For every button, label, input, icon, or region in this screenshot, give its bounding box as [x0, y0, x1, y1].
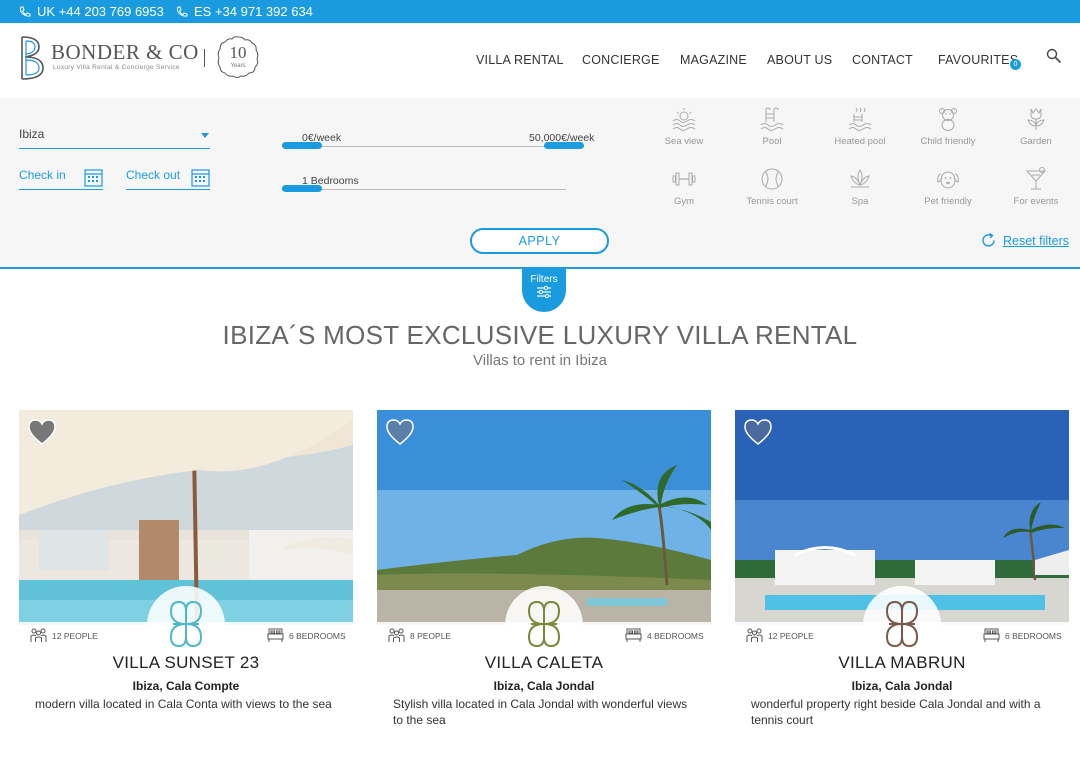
phone-es[interactable]: ES +34 971 392 634	[176, 4, 313, 19]
logo-b-icon	[21, 36, 44, 80]
anniversary-badge: 10 Years	[216, 35, 260, 79]
nav-contact[interactable]: CONTACT	[852, 53, 913, 67]
check-in-field[interactable]: Check in	[19, 168, 103, 190]
phone-icon	[177, 6, 188, 17]
apply-button[interactable]: APPLY	[470, 228, 609, 254]
chevron-down-icon	[201, 133, 209, 138]
favourite-heart-icon[interactable]	[385, 418, 415, 446]
destination-select[interactable]: Ibiza	[19, 127, 210, 149]
bed-icon	[983, 628, 1000, 642]
page-subtitle: Villas to rent in Ibiza	[473, 352, 607, 369]
dumbbell-icon	[672, 172, 696, 186]
guests-count: 12 PEOPLE	[30, 628, 98, 643]
top-contact-bar: UK +44 203 769 6953 ES +34 971 392 634	[0, 0, 1080, 23]
site-logo[interactable]: BONDER & CO Luxury Villa Rental & Concie…	[19, 35, 259, 81]
bedrooms-count: 4 BEDROOMS	[625, 628, 704, 643]
tennis-ball-icon	[761, 168, 783, 190]
favourite-heart-icon[interactable]	[27, 418, 57, 446]
bedrooms-count: 6 BEDROOMS	[983, 628, 1062, 643]
sliders-icon	[537, 285, 551, 299]
nav-concierge[interactable]: CONCIERGE	[582, 53, 660, 67]
amenity-garden[interactable]: Garden	[996, 106, 1076, 147]
filters-toggle-tab[interactable]: Filters	[522, 269, 566, 312]
lotus-icon	[850, 169, 870, 188]
bedrooms-slider[interactable]: 1 Bedrooms	[282, 175, 584, 195]
villa-description: wonderful property right beside Cala Jon…	[751, 697, 1041, 727]
amenity-child-friendly[interactable]: Child friendly	[908, 106, 988, 147]
villa-emblem-icon	[527, 600, 561, 648]
villa-name[interactable]: VILLA MABRUN	[735, 653, 1069, 673]
bedrooms-track	[282, 189, 566, 190]
amenity-heated-pool[interactable]: Heated pool	[820, 106, 900, 147]
reset-filters-link[interactable]: Reset filters	[980, 232, 1069, 249]
amenity-for-events[interactable]: For events	[996, 166, 1076, 207]
people-icon	[388, 628, 405, 642]
villa-emblem-icon	[885, 600, 919, 648]
pool-icon	[760, 107, 784, 131]
amenity-spa[interactable]: Spa	[820, 166, 900, 207]
search-filters-panel: Ibiza Check in Check out 0€/week 50,000€…	[0, 98, 1080, 269]
villa-card[interactable]: 12 PEOPLE 6 BEDROOMS VILLA MABRUN Ibiza,…	[735, 410, 1069, 741]
villa-location: Ibiza, Cala Compte	[132, 679, 240, 693]
villa-name[interactable]: VILLA SUNSET 23	[19, 653, 353, 673]
villa-location: Ibiza, Cala Jondal	[493, 679, 595, 693]
bed-icon	[267, 628, 284, 642]
favourite-heart-icon[interactable]	[743, 418, 773, 446]
search-icon[interactable]	[1046, 48, 1062, 64]
page-title: IBIZA´S MOST EXCLUSIVE LUXURY VILLA RENT…	[222, 320, 858, 350]
amenity-tennis-court[interactable]: Tennis court	[732, 166, 812, 207]
amenity-sea-view[interactable]: Sea view	[644, 106, 724, 147]
nav-about-us[interactable]: ABOUT US	[767, 53, 832, 67]
people-icon	[30, 628, 47, 642]
calendar-icon	[191, 169, 210, 187]
price-range-slider[interactable]: 0€/week 50,000€/week	[282, 132, 594, 152]
nav-villa-rental[interactable]: VILLA RENTAL	[476, 53, 564, 67]
nav-favourites[interactable]: FAVOURITES	[938, 53, 1018, 67]
villa-description: modern villa located in Cala Conta with …	[35, 697, 332, 711]
nav-magazine[interactable]: MAGAZINE	[680, 53, 747, 67]
site-header: BONDER & CO Luxury Villa Rental & Concie…	[0, 23, 1080, 98]
brand-name: BONDER & CO	[51, 40, 199, 64]
villa-description: Stylish villa located in Cala Jondal wit…	[393, 697, 688, 727]
dog-icon	[937, 171, 959, 189]
price-max-handle[interactable]	[544, 142, 584, 149]
heated-pool-icon	[848, 107, 872, 131]
bedrooms-handle[interactable]	[282, 185, 322, 192]
amenity-pool[interactable]: Pool	[732, 106, 812, 147]
sea-view-icon	[672, 108, 696, 131]
amenity-pet-friendly[interactable]: Pet friendly	[908, 166, 988, 207]
amenity-gym[interactable]: Gym	[644, 166, 724, 207]
phone-icon	[20, 6, 31, 17]
villa-name[interactable]: VILLA CALETA	[377, 653, 711, 673]
check-out-field[interactable]: Check out	[126, 168, 210, 190]
bedrooms-count: 6 BEDROOMS	[267, 628, 346, 643]
villa-card[interactable]: 8 PEOPLE 4 BEDROOMS VILLA CALETA Ibiza, …	[377, 410, 711, 741]
bed-icon	[625, 628, 642, 642]
logo-divider	[204, 49, 205, 67]
guests-count: 12 PEOPLE	[746, 628, 814, 643]
villa-card[interactable]: 12 PEOPLE 6 BEDROOMS VILLA SUNSET 23 Ibi…	[19, 410, 353, 741]
cocktail-icon	[1025, 167, 1047, 190]
villa-location: Ibiza, Cala Jondal	[851, 679, 953, 693]
price-track	[282, 146, 584, 147]
refresh-icon	[982, 232, 995, 247]
phone-uk[interactable]: UK +44 203 769 6953	[19, 4, 164, 19]
price-min-handle[interactable]	[282, 142, 322, 149]
calendar-icon	[84, 169, 103, 187]
brand-tagline: Luxury Villa Rental & Concierge Service	[53, 64, 180, 71]
villa-emblem-icon	[169, 600, 203, 648]
favourites-count-badge: 0	[1010, 59, 1021, 70]
teddy-bear-icon	[939, 108, 957, 131]
people-icon	[746, 628, 763, 642]
guests-count: 8 PEOPLE	[388, 628, 451, 643]
tulip-icon	[1027, 108, 1045, 130]
